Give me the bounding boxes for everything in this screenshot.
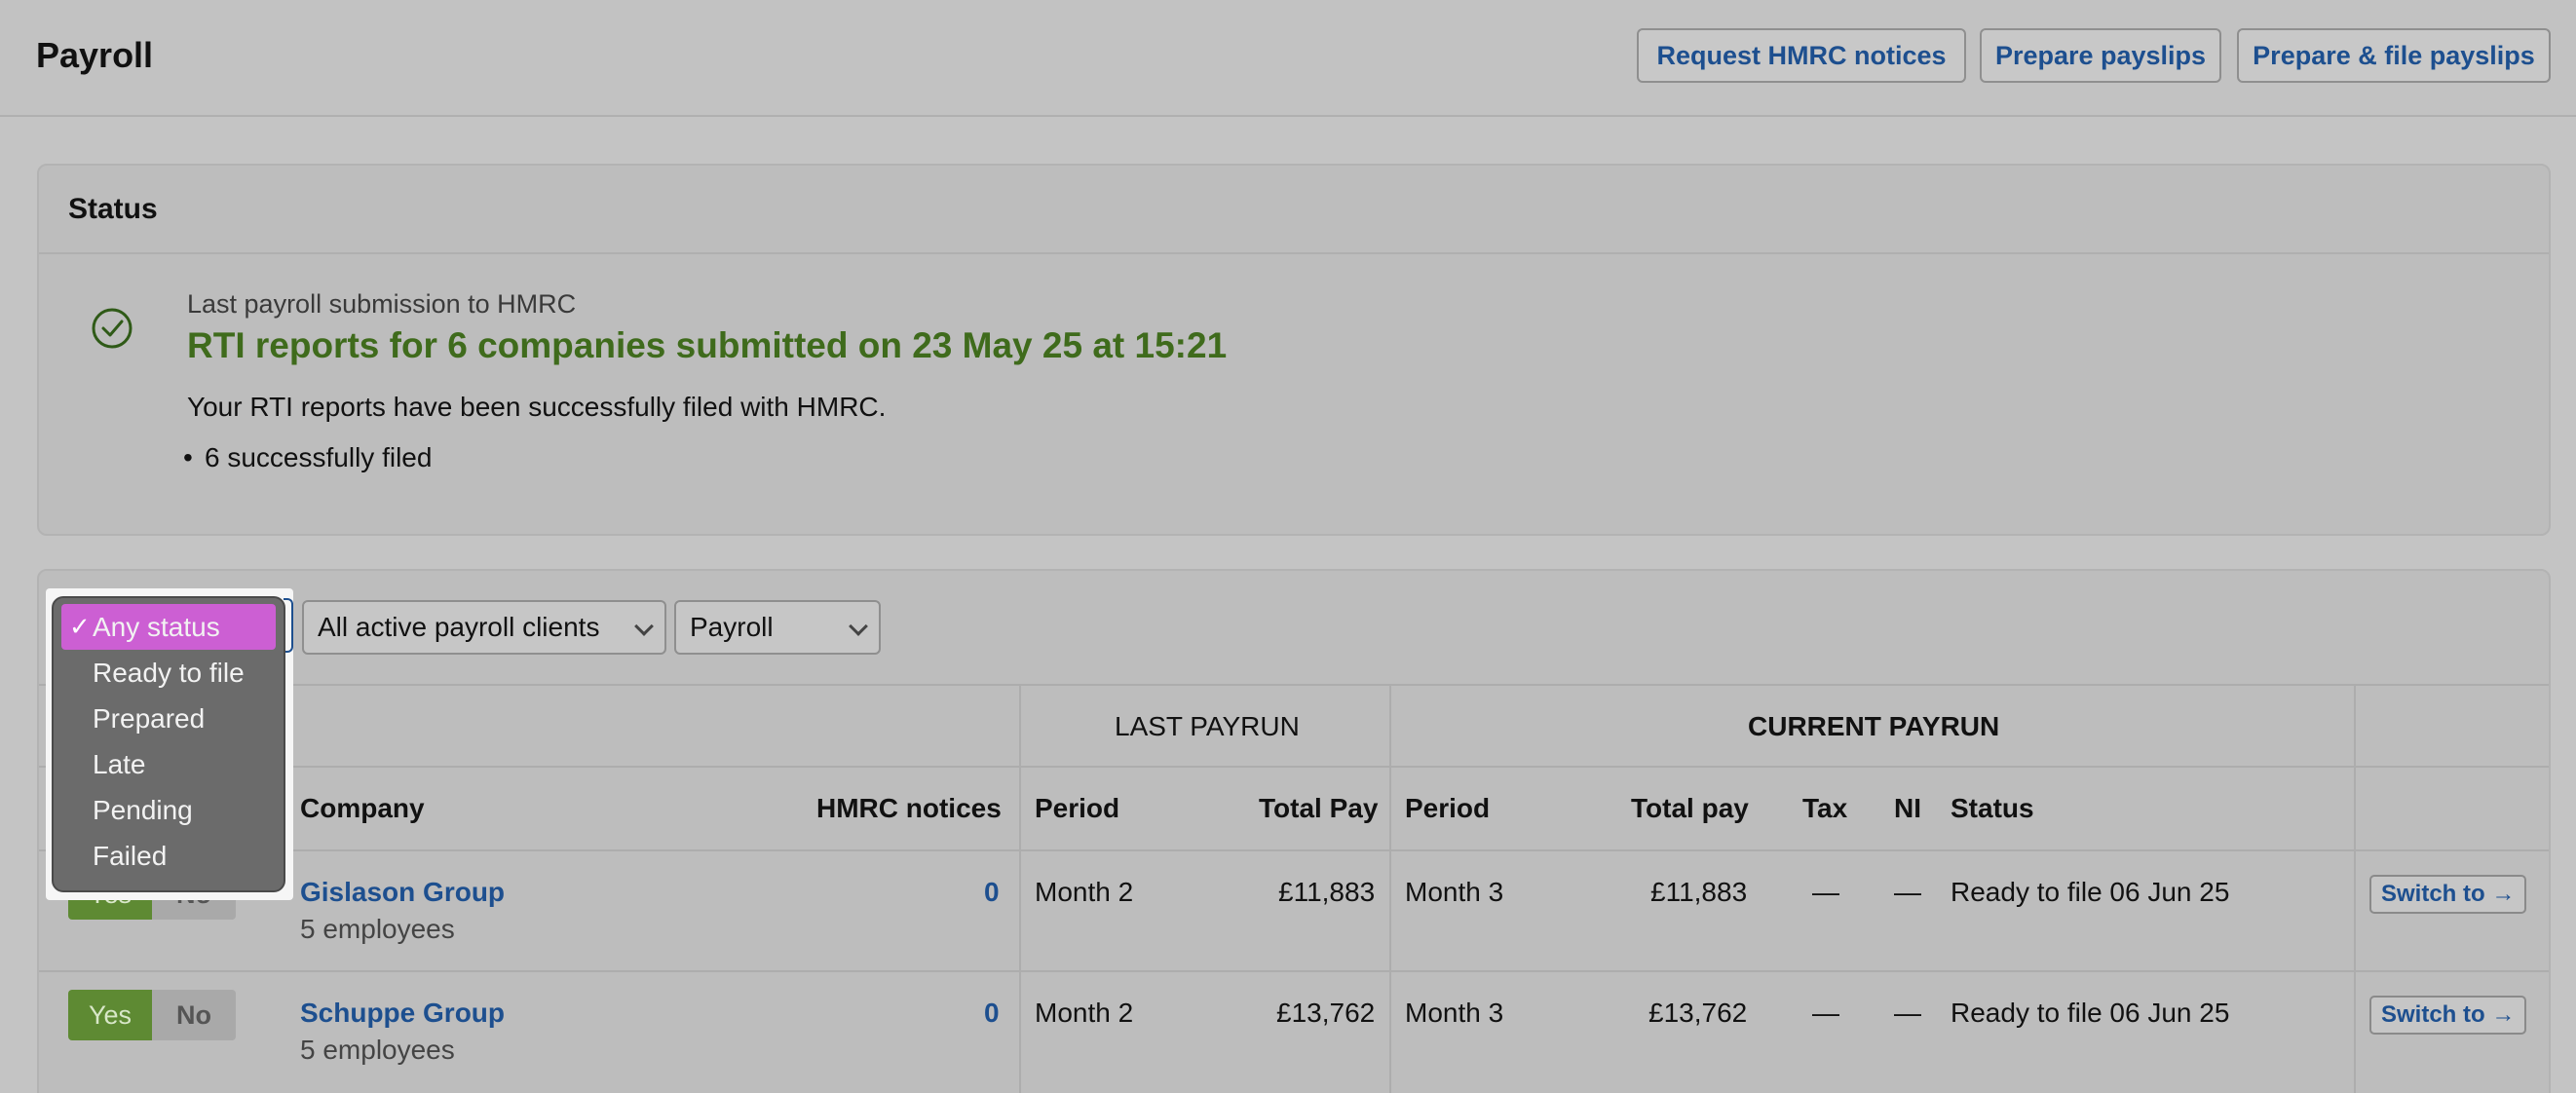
status-option-label: Ready to file [93,657,245,688]
col-current-period: Period [1405,793,1491,823]
check-circle-icon [92,308,133,349]
status-dropdown-menu[interactable]: ✓ Any status Ready to file Prepared Late… [52,596,285,892]
submission-description: Your RTI reports have been successfully … [187,392,887,422]
submission-headline: RTI reports for 6 companies submitted on… [187,325,1228,365]
status-option-label: Prepared [93,702,206,734]
clients-filter-value: All active payroll clients [318,612,600,642]
status-option-prepared[interactable]: Prepared [61,696,276,741]
row-status: Ready to file 06 Jun 25 [1951,877,2230,907]
status-card: Status Last payroll submission to HMRC R… [37,164,2551,536]
col-current-total-pay: Total pay [1631,793,1749,823]
col-tax: Tax [1802,793,1848,823]
request-hmrc-notices-button[interactable]: Request HMRC notices [1637,28,1966,83]
page-title: Payroll [36,35,154,75]
col-ni: NI [1894,793,1921,823]
yes-option[interactable]: Yes [68,990,152,1040]
last-total-pay: £13,762 [1276,998,1376,1028]
last-total-pay: £11,883 [1278,877,1376,907]
employee-count: 5 employees [300,914,455,944]
clients-filter-select[interactable]: All active payroll clients [302,600,666,655]
company-link[interactable]: Schuppe Group [300,998,505,1029]
checkmark-icon: ✓ [69,612,91,641]
last-submission-label: Last payroll submission to HMRC [187,289,577,319]
column-divider [2354,684,2356,1093]
switch-to-button[interactable]: Switch to → [2369,996,2527,1035]
status-option-label: Late [93,748,146,779]
current-payrun-group-label: CURRENT PAYRUN [1748,711,2000,741]
status-option-failed[interactable]: Failed [61,833,276,879]
status-option-label: Any status [93,611,220,642]
ni-value: — [1894,877,1921,907]
company-link[interactable]: Gislason Group [300,877,505,908]
status-option-label: Pending [93,794,193,825]
table-top-divider [39,684,2549,686]
column-divider [1019,684,1021,1093]
prepare-and-file-payslips-button[interactable]: Prepare & file payslips [2237,28,2551,83]
table-header-divider [39,849,2549,851]
col-company: Company [300,793,425,823]
hmrc-notices-count[interactable]: 0 [984,877,1000,908]
col-last-period: Period [1035,793,1120,823]
current-total-pay: £13,762 [1648,998,1748,1028]
col-hmrc-notices: HMRC notices [816,793,1002,823]
type-filter-select[interactable]: Payroll [674,600,881,655]
current-total-pay: £11,883 [1650,877,1748,907]
status-option-any[interactable]: ✓ Any status [61,604,276,650]
page-header: Payroll Request HMRC notices Prepare pay… [0,0,2576,117]
switch-to-button[interactable]: Switch to → [2369,875,2527,914]
table-row-divider [39,970,2549,972]
prepare-payslips-button[interactable]: Prepare payslips [1980,28,2221,83]
no-option[interactable]: No [152,990,236,1040]
status-heading: Status [39,166,2549,254]
column-divider [1389,684,1391,1093]
employee-count: 5 employees [300,1035,455,1065]
status-option-label: Failed [93,840,168,871]
include-toggle[interactable]: Yes No [68,990,236,1040]
last-period: Month 2 [1035,877,1134,907]
chevron-down-icon [634,617,654,636]
tax-value: — [1812,877,1839,907]
table-group-divider [39,766,2549,768]
tax-value: — [1812,998,1839,1028]
ni-value: — [1894,998,1921,1028]
payroll-clients-card: All active payroll clients Payroll LAST … [37,569,2551,1093]
status-option-pending[interactable]: Pending [61,787,276,833]
hmrc-notices-count[interactable]: 0 [984,998,1000,1029]
chevron-down-icon [849,617,868,636]
status-option-late[interactable]: Late [61,741,276,787]
col-status: Status [1951,793,2034,823]
col-last-total-pay: Total Pay [1259,793,1379,823]
last-period: Month 2 [1035,998,1134,1028]
last-payrun-group-label: LAST PAYRUN [1115,711,1300,741]
filed-count-bullet: 6 successfully filed [183,442,432,473]
type-filter-value: Payroll [690,612,774,642]
current-period: Month 3 [1405,877,1504,907]
current-period: Month 3 [1405,998,1504,1028]
status-option-ready-to-file[interactable]: Ready to file [61,650,276,696]
row-status: Ready to file 06 Jun 25 [1951,998,2230,1028]
